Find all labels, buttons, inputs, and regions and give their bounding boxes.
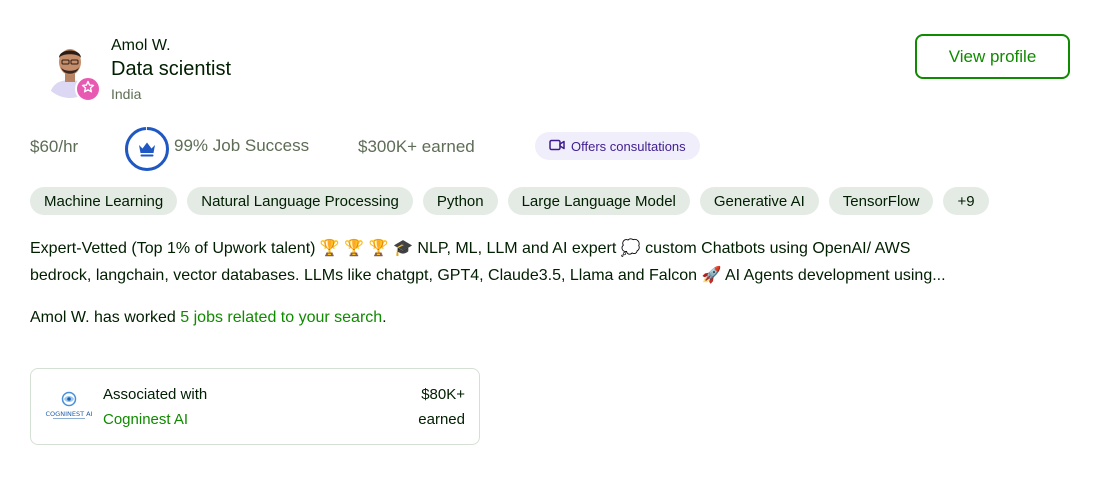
skill-tag[interactable]: Machine Learning [30,187,178,215]
jobs-related-link[interactable]: 5 jobs related to your search [180,309,382,326]
skill-tag[interactable]: TensorFlow [828,187,934,215]
jobs-related-text: Amol W. has worked 5 jobs related to you… [30,309,387,327]
jobs-related-prefix: Amol W. has worked [30,309,181,326]
skill-tag[interactable]: Python [422,187,498,215]
jobs-related-suffix: . [382,309,387,326]
agency-earned-label: earned [418,411,465,428]
offers-consultations-badge[interactable]: Offers consultations [535,132,700,160]
offers-consultations-label: Offers consultations [571,138,686,154]
top-rated-star-icon [81,80,95,99]
description-line: Expert-Vetted (Top 1% of Upwork talent) … [30,240,911,257]
freelancer-country: India [111,86,142,102]
freelancer-title: Data scientist [111,58,232,80]
total-earned: $300K+ earned [358,137,475,156]
view-profile-button[interactable]: View profile [915,34,1070,79]
job-success-label: 99% Job Success [174,136,310,155]
profile-description[interactable]: Expert-Vetted (Top 1% of Upwork talent) … [30,235,1070,289]
crown-icon [139,142,155,157]
more-skills-tag[interactable]: +9 [943,187,989,215]
video-camera-icon [549,139,565,154]
description-line: bedrock, langchain, vector databases. LL… [30,267,946,284]
associated-with-label: Associated with [103,386,208,403]
hourly-rate: $60/hr [30,137,79,156]
job-success-ring [124,126,170,172]
skills-list: Machine Learning Natural Language Proces… [30,187,989,215]
avatar[interactable] [41,40,101,102]
agency-association-card: COGNINEST AI Associated with Cogninest A… [30,368,480,445]
skill-tag[interactable]: Natural Language Processing [187,187,413,215]
agency-earned-amount: $80K+ [421,386,465,403]
top-rated-badge [75,76,101,102]
freelancer-name[interactable]: Amol W. [111,37,171,55]
skill-tag[interactable]: Generative AI [699,187,819,215]
svg-text:COGNINEST AI: COGNINEST AI [46,410,93,418]
agency-name-link[interactable]: Cogninest AI [103,411,188,428]
agency-logo: COGNINEST AI [45,389,93,423]
skill-tag[interactable]: Large Language Model [507,187,690,215]
